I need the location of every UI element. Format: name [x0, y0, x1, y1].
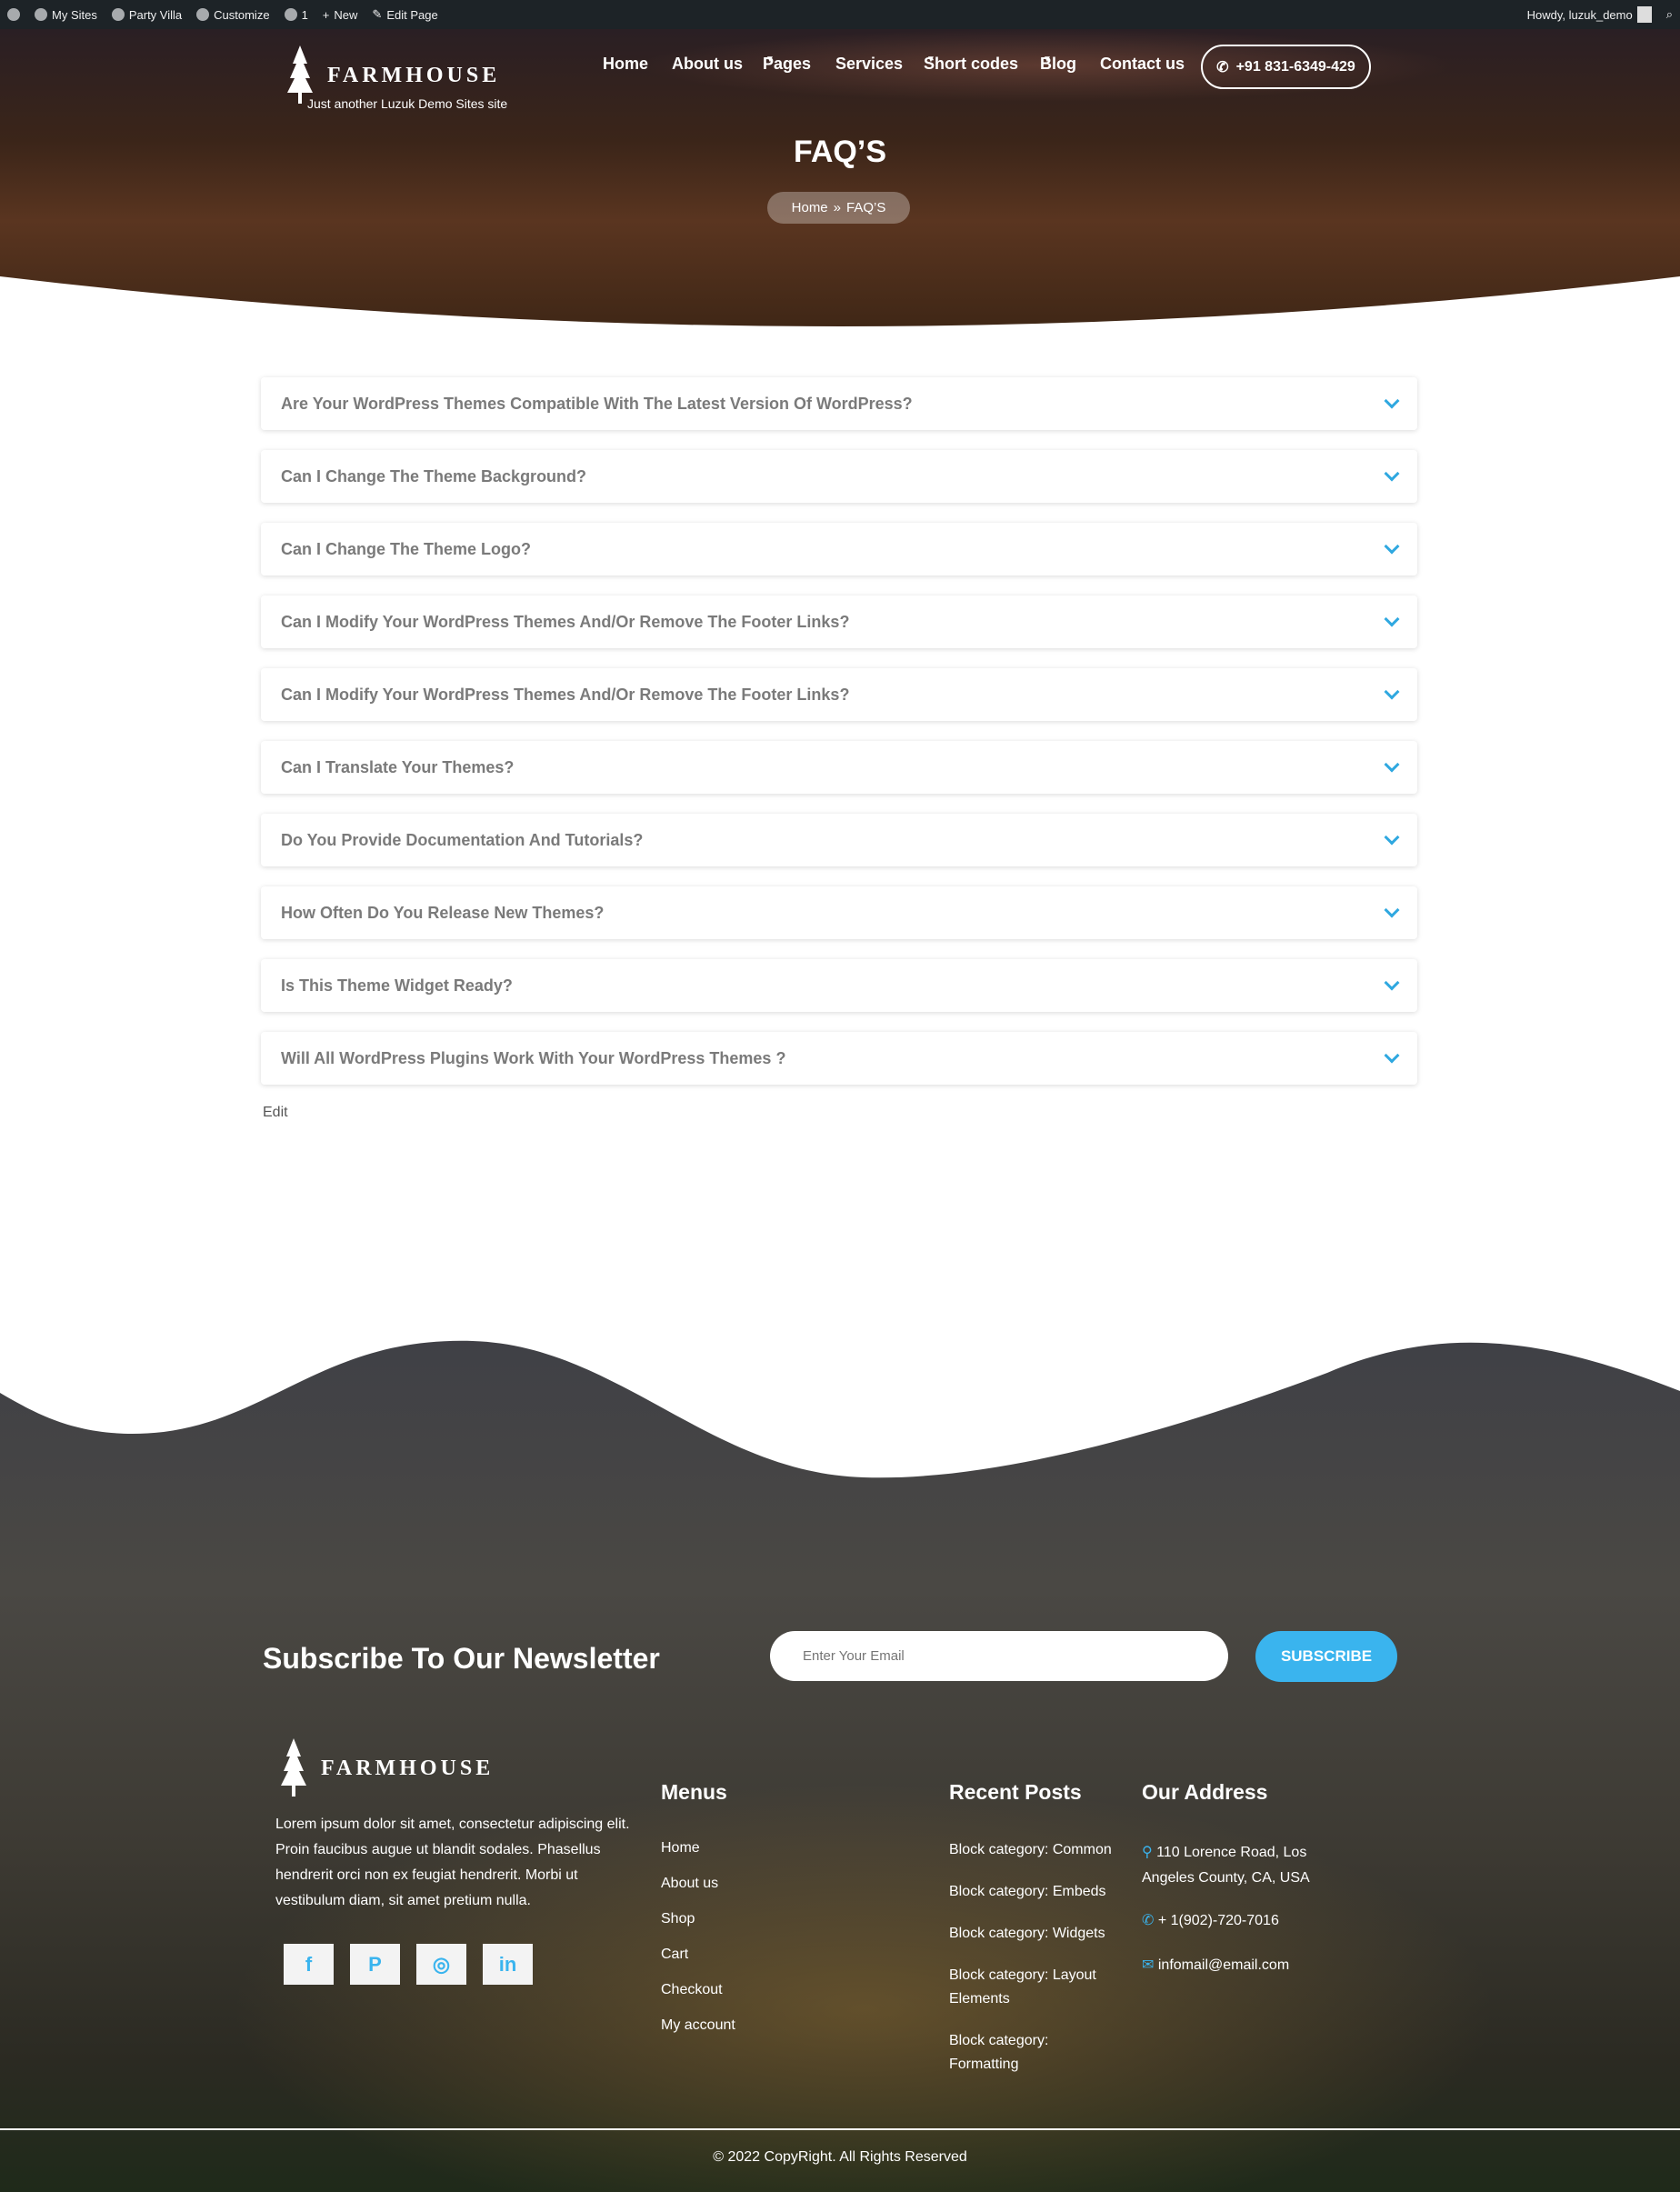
hero-banner	[0, 29, 1680, 349]
faq-question: Do You Provide Documentation And Tutoria…	[281, 830, 644, 849]
subscribe-button[interactable]: SUBSCRIBE	[1255, 1631, 1397, 1682]
recent-post-link[interactable]: Block category: Embeds	[949, 1880, 1122, 1904]
recent-post-link[interactable]: Block category: Layout Elements	[949, 1964, 1122, 2011]
footer-email[interactable]: ✉ infomail@email.com	[1142, 1954, 1289, 1977]
faq-item[interactable]: Are Your WordPress Themes Compatible Wit…	[261, 377, 1417, 430]
footer-wave	[0, 1327, 1680, 1478]
newsletter-email-input[interactable]	[770, 1631, 1228, 1681]
chevron-down-icon	[1384, 756, 1400, 773]
faq-item[interactable]: How Often Do You Release New Themes?	[261, 886, 1417, 939]
admin-customize[interactable]: Customize	[189, 0, 276, 29]
chevron-down-icon	[1384, 393, 1400, 409]
address-block: ⚲ 110 Lorence Road, Los Angeles County, …	[1142, 1845, 1310, 1886]
phone-icon: ✆	[1216, 59, 1229, 75]
caret-down-icon: ▼	[765, 55, 775, 65]
breadcrumb: Home » FAQ’S	[767, 192, 910, 224]
facebook-icon[interactable]: f	[284, 1944, 334, 1985]
footer-about-text: Lorem ipsum dolor sit amet, consectetur …	[275, 1817, 630, 1908]
faq-item[interactable]: Can I Modify Your WordPress Themes And/O…	[261, 668, 1417, 721]
search-icon: ⌕	[1665, 7, 1673, 21]
admin-comments[interactable]: 1	[277, 0, 315, 29]
faq-question: Is This Theme Widget Ready?	[281, 976, 513, 995]
comment-icon	[284, 8, 297, 21]
chevron-down-icon	[1384, 684, 1400, 700]
footer-menu-link[interactable]: About us	[661, 1872, 718, 1896]
instagram-icon[interactable]: ◎	[416, 1944, 466, 1985]
footer-menu-link[interactable]: Cart	[661, 1943, 688, 1967]
faq-item[interactable]: Can I Change The Theme Logo?	[261, 523, 1417, 576]
faq-item[interactable]: Is This Theme Widget Ready?	[261, 959, 1417, 1012]
admin-account[interactable]: Howdy, luzuk_demo	[1520, 0, 1659, 29]
avatar	[1636, 6, 1652, 23]
recent-post-link[interactable]: Block category: Formatting	[949, 2029, 1122, 2077]
chevron-down-icon	[1384, 1047, 1400, 1064]
recent-posts-heading: Recent Posts	[949, 1780, 1082, 1804]
faq-item[interactable]: Will All WordPress Plugins Work With You…	[261, 1032, 1417, 1085]
menus-heading: Menus	[661, 1780, 727, 1804]
location-pin-icon: ⚲	[1142, 1845, 1153, 1860]
chevron-down-icon	[1384, 538, 1400, 555]
brush-icon	[196, 8, 210, 21]
tree-logo-icon	[281, 1738, 306, 1797]
newsletter-title: Subscribe To Our Newsletter	[263, 1642, 660, 1675]
faq-item[interactable]: Do You Provide Documentation And Tutoria…	[261, 814, 1417, 866]
admin-my-sites[interactable]: My Sites	[27, 0, 105, 29]
chevron-down-icon	[1384, 902, 1400, 918]
chevron-down-icon	[1384, 465, 1400, 482]
footer	[0, 1327, 1680, 2192]
faq-question: Are Your WordPress Themes Compatible Wit…	[281, 394, 913, 413]
phone-button[interactable]: ✆ +91 831-6349-429	[1201, 45, 1371, 89]
footer-phone: ✆ + 1(902)-720-7016	[1142, 1913, 1279, 1928]
footer-logo: FARMHOUSE	[275, 1737, 494, 1800]
admin-edit-page[interactable]: ✎ Edit Page	[365, 0, 445, 29]
faq-question: Can I Change The Theme Logo?	[281, 539, 532, 558]
admin-new[interactable]: + New	[315, 0, 365, 29]
chevron-down-icon	[1384, 975, 1400, 991]
recent-post-link[interactable]: Block category: Common	[949, 1838, 1122, 1862]
faq-question: How Often Do You Release New Themes?	[281, 903, 605, 922]
caret-down-icon: ▼	[926, 55, 935, 65]
admin-bar: My Sites Party Villa Customize 1 + New ✎ E…	[0, 0, 1680, 29]
footer-menu-link[interactable]: Checkout	[661, 1978, 723, 2002]
faq-question: Can I Modify Your WordPress Themes And/O…	[281, 685, 850, 704]
faq-question: Can I Modify Your WordPress Themes And/O…	[281, 612, 850, 631]
faq-item[interactable]: Can I Modify Your WordPress Themes And/O…	[261, 596, 1417, 648]
footer-menu-link[interactable]: Shop	[661, 1907, 695, 1931]
wordpress-icon	[7, 8, 20, 21]
caret-down-icon: ▼	[1043, 55, 1052, 65]
envelope-icon: ✉	[1142, 1957, 1155, 1973]
faq-item[interactable]: Can I Change The Theme Background?	[261, 450, 1417, 503]
copyright: © 2022 CopyRight. All Rights Reserved	[713, 2149, 967, 2165]
linkedin-icon[interactable]: in	[483, 1944, 533, 1985]
footer-menu-link[interactable]: Home	[661, 1837, 700, 1860]
recent-post-link[interactable]: Block category: Widgets	[949, 1922, 1122, 1946]
hero-curve	[0, 276, 1680, 349]
chevron-down-icon	[1384, 829, 1400, 846]
plus-icon: +	[322, 7, 330, 22]
edit-link[interactable]: Edit	[263, 1105, 288, 1121]
admin-search-button[interactable]: ⌕	[1659, 0, 1680, 29]
pencil-icon: ✎	[372, 7, 383, 21]
footer-menu-link[interactable]: My account	[661, 2014, 735, 2037]
phone-icon: ✆	[1142, 1913, 1155, 1928]
faq-question: Can I Change The Theme Background?	[281, 466, 587, 485]
sites-icon	[35, 8, 47, 21]
footer-divider	[0, 2128, 1680, 2130]
address-heading: Our Address	[1142, 1780, 1268, 1804]
faq-item[interactable]: Can I Translate Your Themes?	[261, 741, 1417, 794]
site-tagline: Just another Luzuk Demo Sites site	[307, 96, 508, 111]
pinterest-icon[interactable]: P	[350, 1944, 400, 1985]
chevron-down-icon	[1384, 611, 1400, 627]
admin-site-name[interactable]: Party Villa	[105, 0, 189, 29]
faq-question: Will All WordPress Plugins Work With You…	[281, 1048, 786, 1067]
page-title: FAQ’S	[793, 135, 887, 169]
faq-question: Can I Translate Your Themes?	[281, 757, 515, 776]
home-icon	[111, 8, 125, 21]
wordpress-logo-button[interactable]	[0, 0, 27, 29]
breadcrumb-home[interactable]: Home	[792, 200, 828, 215]
breadcrumb-current: FAQ’S	[846, 200, 886, 215]
